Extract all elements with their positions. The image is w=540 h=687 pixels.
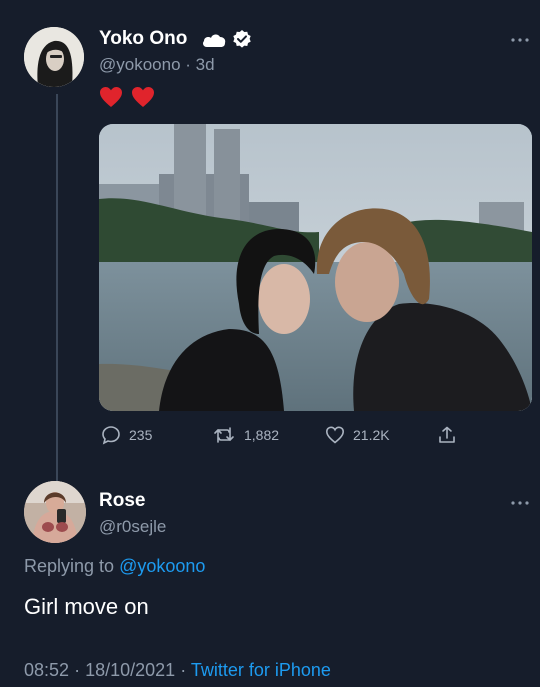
reply-icon bbox=[102, 426, 120, 445]
reply-metadata: 08:52 · 18/10/2021 · Twitter for iPhone bbox=[24, 660, 331, 681]
reply-source[interactable]: Twitter for iPhone bbox=[191, 660, 331, 680]
tweet-actions-bar: 235 1,882 21.2K bbox=[0, 425, 540, 451]
reply-author-handle[interactable]: @r0sejle bbox=[99, 517, 166, 537]
meta-separator: · bbox=[74, 660, 81, 680]
tweet-text-emoji bbox=[99, 86, 155, 114]
avatar-rose[interactable] bbox=[24, 481, 86, 543]
retweet-count: 1,882 bbox=[244, 427, 280, 443]
reply-tweet-text: Girl move on bbox=[24, 594, 149, 619]
retweet-icon bbox=[214, 427, 234, 443]
tweet-photo[interactable] bbox=[99, 124, 532, 411]
author-handle[interactable]: @yokoono bbox=[99, 55, 181, 74]
reply-author-name-text[interactable]: Rose bbox=[99, 490, 145, 511]
handle-separator: · bbox=[185, 55, 191, 74]
reply-handle-text[interactable]: @r0sejle bbox=[99, 517, 166, 536]
more-options-icon[interactable] bbox=[510, 30, 530, 48]
reply-date[interactable]: 18/10/2021 bbox=[85, 660, 175, 680]
meta-separator: · bbox=[180, 660, 187, 680]
like-icon bbox=[325, 426, 345, 444]
reply-count: 235 bbox=[129, 427, 153, 443]
cloud-icon bbox=[203, 34, 226, 47]
share-icon bbox=[439, 426, 455, 443]
tweet-age[interactable]: 3d bbox=[196, 55, 215, 74]
red-heart-icon bbox=[131, 87, 154, 107]
replying-to-mention[interactable]: @yokoono bbox=[119, 556, 205, 576]
verified-badge-icon bbox=[233, 30, 251, 48]
like-action[interactable]: 21.2K bbox=[325, 425, 390, 445]
author-name-text[interactable]: Yoko Ono bbox=[99, 28, 187, 49]
like-count: 21.2K bbox=[353, 427, 390, 443]
author-display-name[interactable]: Yoko Ono bbox=[99, 28, 187, 50]
red-heart-icon bbox=[100, 87, 122, 107]
thread-connector-line bbox=[56, 94, 58, 482]
avatar-yoko-ono[interactable] bbox=[24, 27, 84, 87]
reply-action[interactable]: 235 bbox=[101, 425, 152, 445]
replying-to-line: Replying to @yokoono bbox=[24, 556, 205, 577]
replying-to-prefix: Replying to bbox=[24, 556, 115, 576]
reply-time[interactable]: 08:52 bbox=[24, 660, 69, 680]
reply-author-display-name[interactable]: Rose bbox=[99, 490, 145, 512]
author-handle-line: @yokoono · 3d bbox=[99, 55, 215, 75]
share-action[interactable] bbox=[437, 425, 457, 445]
retweet-action[interactable]: 1,882 bbox=[212, 425, 279, 445]
reply-more-options-icon[interactable] bbox=[510, 493, 530, 511]
